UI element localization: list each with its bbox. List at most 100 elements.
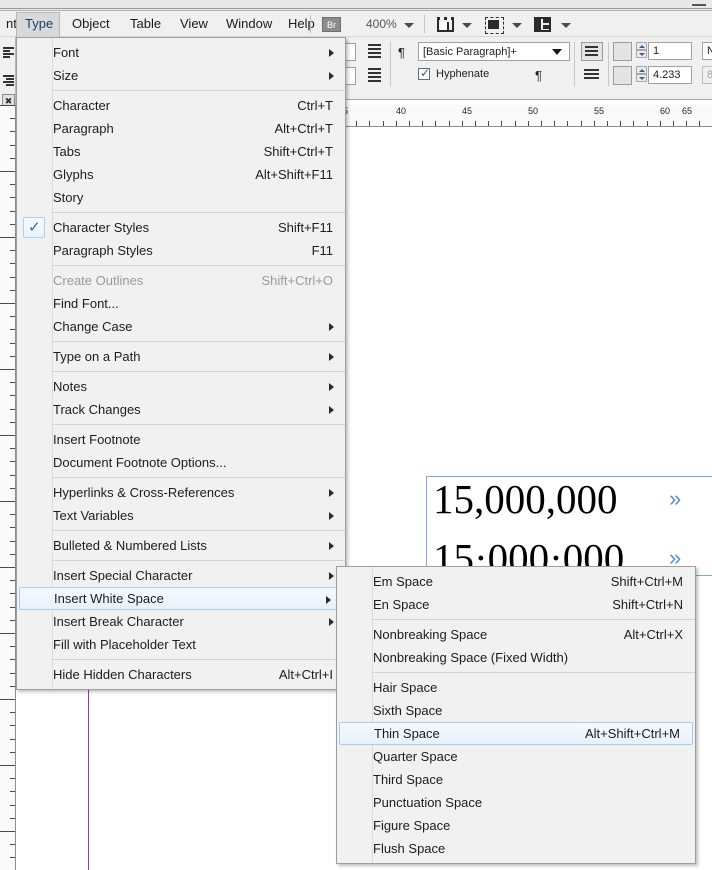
white-space-item-sixth-space[interactable]: Sixth Space xyxy=(337,699,695,722)
menu-bar: nt Type Object Table View Window Help Br… xyxy=(0,11,712,37)
hyphenate-checkbox[interactable] xyxy=(418,66,430,80)
type-menu-item-shortcut: Alt+Ctrl+I xyxy=(278,667,333,682)
page-display-icon[interactable] xyxy=(437,17,454,32)
panel-align-icon-1[interactable] xyxy=(3,47,14,59)
title-divider xyxy=(0,8,712,9)
screen-mode-icon[interactable] xyxy=(485,17,504,34)
white-space-item-hair-space[interactable]: Hair Space xyxy=(337,676,695,699)
type-menu-item-label: Create Outlines xyxy=(53,273,144,288)
type-menu-item-hyperlinks-cross-references[interactable]: Hyperlinks & Cross-References xyxy=(17,481,345,504)
paragraph-style-dropdown-icon[interactable] xyxy=(552,49,562,55)
numbered-list-icon[interactable] xyxy=(364,68,381,83)
baseline-grid-field[interactable]: None xyxy=(702,42,712,60)
type-menu-item-insert-special-character[interactable]: Insert Special Character xyxy=(17,564,345,587)
white-space-item-em-space[interactable]: Em Space Shift+Ctrl+M xyxy=(337,570,695,593)
type-menu-dropdown[interactable]: Font Size Character Ctrl+T Paragraph Alt+Ctrl… xyxy=(16,37,346,690)
type-menu-item-fill-with-placeholder-text[interactable]: Fill with Placeholder Text xyxy=(17,633,345,656)
bullet-list-icon[interactable] xyxy=(364,44,381,59)
zoom-dropdown-icon[interactable] xyxy=(404,23,414,28)
gutter-value-field[interactable]: 4.233 xyxy=(648,66,692,84)
menubar-item-object[interactable]: Object xyxy=(64,13,118,35)
type-menu-item-size[interactable]: Size xyxy=(17,64,345,87)
page-display-dropdown-icon[interactable] xyxy=(462,23,472,28)
bridge-button[interactable]: Br xyxy=(322,17,341,32)
white-space-item-thin-space[interactable]: Thin Space Alt+Shift+Ctrl+M xyxy=(339,722,693,745)
white-space-item-nonbreaking-space[interactable]: Nonbreaking Space Alt+Ctrl+X xyxy=(337,623,695,646)
ruler-label: 60 xyxy=(660,106,671,116)
type-menu-item-insert-footnote[interactable]: Insert Footnote xyxy=(17,428,345,451)
type-menu-item-insert-break-character[interactable]: Insert Break Character xyxy=(17,610,345,633)
type-menu-item-shortcut: F11 xyxy=(311,243,333,258)
vertical-ruler[interactable] xyxy=(0,105,16,870)
type-menu-item-paragraph[interactable]: Paragraph Alt+Ctrl+T xyxy=(17,117,345,140)
paragraph-direction-icon[interactable]: ¶ xyxy=(535,68,542,83)
minimize-button[interactable] xyxy=(692,4,706,6)
type-menu-item-notes[interactable]: Notes xyxy=(17,375,345,398)
arrange-documents-icon[interactable] xyxy=(534,17,551,32)
type-menu-item-font[interactable]: Font xyxy=(17,41,345,64)
zoom-level-value: 400% xyxy=(366,17,397,31)
arrange-documents-dropdown-icon[interactable] xyxy=(561,23,571,28)
type-menu-item-label: Document Footnote Options... xyxy=(53,455,227,470)
type-menu-item-character[interactable]: Character Ctrl+T xyxy=(17,94,345,117)
type-menu-item-story[interactable]: Story xyxy=(17,186,345,209)
chevron-right-icon xyxy=(329,618,334,626)
align-left-button[interactable] xyxy=(581,42,603,61)
baseline-offset-field[interactable]: 8.945 r xyxy=(702,66,712,84)
type-menu-item-change-case[interactable]: Change Case xyxy=(17,315,345,338)
type-menu-separator xyxy=(53,371,345,372)
type-menu-item-hide-hidden-characters[interactable]: Hide Hidden Characters Alt+Ctrl+I xyxy=(17,663,345,686)
type-menu-item-bulleted-numbered-lists[interactable]: Bulleted & Numbered Lists xyxy=(17,534,345,557)
type-menu-item-label: Hyperlinks & Cross-References xyxy=(53,485,235,500)
type-menu-separator xyxy=(53,265,345,266)
menubar-item-type[interactable]: Type xyxy=(16,12,60,37)
chevron-right-icon xyxy=(326,596,331,604)
white-space-item-en-space[interactable]: En Space Shift+Ctrl+N xyxy=(337,593,695,616)
white-space-item-quarter-space[interactable]: Quarter Space xyxy=(337,745,695,768)
white-space-item-punctuation-space[interactable]: Punctuation Space xyxy=(337,791,695,814)
panel-align-icon-2[interactable] xyxy=(3,75,14,87)
white-space-item-shortcut: Shift+Ctrl+N xyxy=(612,597,683,612)
chevron-right-icon xyxy=(329,49,334,57)
justify-button[interactable] xyxy=(584,69,601,84)
type-menu-item-character-styles[interactable]: Character Styles Shift+F11 xyxy=(17,216,345,239)
menubar-item-window[interactable]: Window xyxy=(218,13,280,35)
white-space-item-flush-space[interactable]: Flush Space xyxy=(337,837,695,860)
type-menu-item-label: Paragraph xyxy=(53,121,114,136)
columns-value-field[interactable]: 1 xyxy=(648,42,692,60)
columns-stepper[interactable] xyxy=(636,42,647,59)
menubar-item-help[interactable]: Help xyxy=(280,13,323,35)
white-space-item-figure-space[interactable]: Figure Space xyxy=(337,814,695,837)
type-menu-item-label: Paragraph Styles xyxy=(53,243,153,258)
type-menu-item-label: Type on a Path xyxy=(53,349,141,364)
type-menu-item-shortcut: Alt+Ctrl+T xyxy=(274,121,333,136)
type-menu-item-text-variables[interactable]: Text Variables xyxy=(17,504,345,527)
columns-icon[interactable] xyxy=(613,42,632,61)
type-menu-item-glyphs[interactable]: Glyphs Alt+Shift+F11 xyxy=(17,163,345,186)
menubar-item-table[interactable]: Table xyxy=(122,13,169,35)
menubar-item-view[interactable]: View xyxy=(172,13,216,35)
text-frame[interactable]: 15,000,000 » 15·000·000 » xyxy=(426,476,712,581)
type-menu-item-type-on-a-path[interactable]: Type on a Path xyxy=(17,345,345,368)
chevron-right-icon xyxy=(329,489,334,497)
type-menu-item-label: Character xyxy=(53,98,111,113)
type-menu-item-tabs[interactable]: Tabs Shift+Ctrl+T xyxy=(17,140,345,163)
type-menu-item-insert-white-space[interactable]: Insert White Space xyxy=(19,587,343,610)
white-space-item-third-space[interactable]: Third Space xyxy=(337,768,695,791)
type-menu-item-document-footnote-options[interactable]: Document Footnote Options... xyxy=(17,451,345,474)
screen-mode-dropdown-icon[interactable] xyxy=(512,23,522,28)
type-menu-item-label: Hide Hidden Characters xyxy=(53,667,192,682)
type-menu-item-label: Tabs xyxy=(53,144,81,159)
type-menu-item-track-changes[interactable]: Track Changes xyxy=(17,398,345,421)
type-menu-item-label: Insert Break Character xyxy=(53,614,184,629)
insert-white-space-submenu[interactable]: Em Space Shift+Ctrl+M En Space Shift+Ctrl+N… xyxy=(336,566,696,864)
white-space-item-nonbreaking-space-fixed-width[interactable]: Nonbreaking Space (Fixed Width) xyxy=(337,646,695,669)
paragraph-style-combo[interactable]: [Basic Paragraph]+ xyxy=(418,42,570,61)
type-menu-separator xyxy=(53,90,345,91)
type-menu-item-paragraph-styles[interactable]: Paragraph Styles F11 xyxy=(17,239,345,262)
gutter-icon[interactable] xyxy=(613,66,632,85)
application-window: nt Type Object Table View Window Help Br… xyxy=(0,0,712,870)
type-menu-item-find-font[interactable]: Find Font... xyxy=(17,292,345,315)
gutter-stepper[interactable] xyxy=(636,66,647,83)
type-menu-item-label: Change Case xyxy=(53,319,133,334)
